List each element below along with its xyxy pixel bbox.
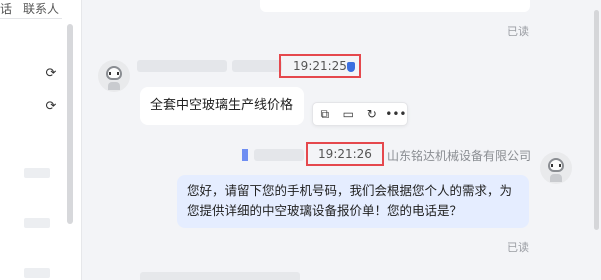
sidebar-scrollbar[interactable] <box>67 24 73 224</box>
reply-icon[interactable]: ↻ <box>362 104 382 124</box>
time-text: 19:21:26 <box>318 147 372 161</box>
copy-icon[interactable]: ⧉ <box>315 104 335 124</box>
conversation-item[interactable] <box>24 218 50 228</box>
message-actions-toolbar: ⧉ ▭ ↻ ••• <box>312 102 408 126</box>
refresh-icon[interactable]: ⟳ <box>44 67 58 81</box>
next-message-preview <box>140 272 300 280</box>
conversation-item[interactable] <box>24 168 50 178</box>
tab-divider <box>0 18 62 19</box>
message-text: 全套中空玻璃生产线价格 <box>150 98 294 113</box>
agent-name <box>254 149 304 161</box>
quote-icon[interactable]: ▭ <box>338 104 358 124</box>
chat-scrollbar[interactable] <box>593 0 601 280</box>
read-status: 已读 <box>507 241 529 254</box>
message-bubble <box>260 0 530 12</box>
verified-shield-icon <box>347 62 355 72</box>
time-text: 19:21:25 <box>293 59 347 73</box>
status-marker <box>242 149 248 161</box>
message-text-line: 您提供详细的中空玻璃设备报价单！您的电话是？ <box>187 203 463 218</box>
incoming-message-bubble[interactable]: 全套中空玻璃生产线价格 <box>140 87 304 125</box>
company-name: 山东铭达机械设备有限公司 <box>387 149 532 163</box>
message-text-line: 您好，请留下您的手机号码，我们会根据您个人的需求，为 <box>187 183 513 198</box>
more-icon[interactable]: ••• <box>385 104 406 124</box>
tab-conversations[interactable]: 话 <box>0 0 12 17</box>
conversation-item[interactable] <box>24 268 50 278</box>
conversation-sidebar: 话 联系人 ⟳ ⟳ <box>0 0 82 280</box>
tab-contacts[interactable]: 联系人 <box>23 0 59 17</box>
scrollbar-thumb[interactable] <box>594 10 599 230</box>
read-status: 已读 <box>507 25 529 38</box>
outgoing-message-bubble[interactable]: 您好，请留下您的手机号码，我们会根据您个人的需求，为 您提供详细的中空玻璃设备报… <box>177 175 529 228</box>
sender-name <box>232 60 282 72</box>
avatar[interactable] <box>540 152 572 184</box>
chat-panel: 已读 19:21:25 全套中空玻璃生产线价格 ⧉ ▭ ↻ ••• 19:21:… <box>82 0 601 280</box>
avatar[interactable] <box>98 60 130 92</box>
sender-name <box>137 60 227 72</box>
refresh-icon[interactable]: ⟳ <box>44 100 58 114</box>
message-time: 19:21:26 <box>306 142 384 166</box>
